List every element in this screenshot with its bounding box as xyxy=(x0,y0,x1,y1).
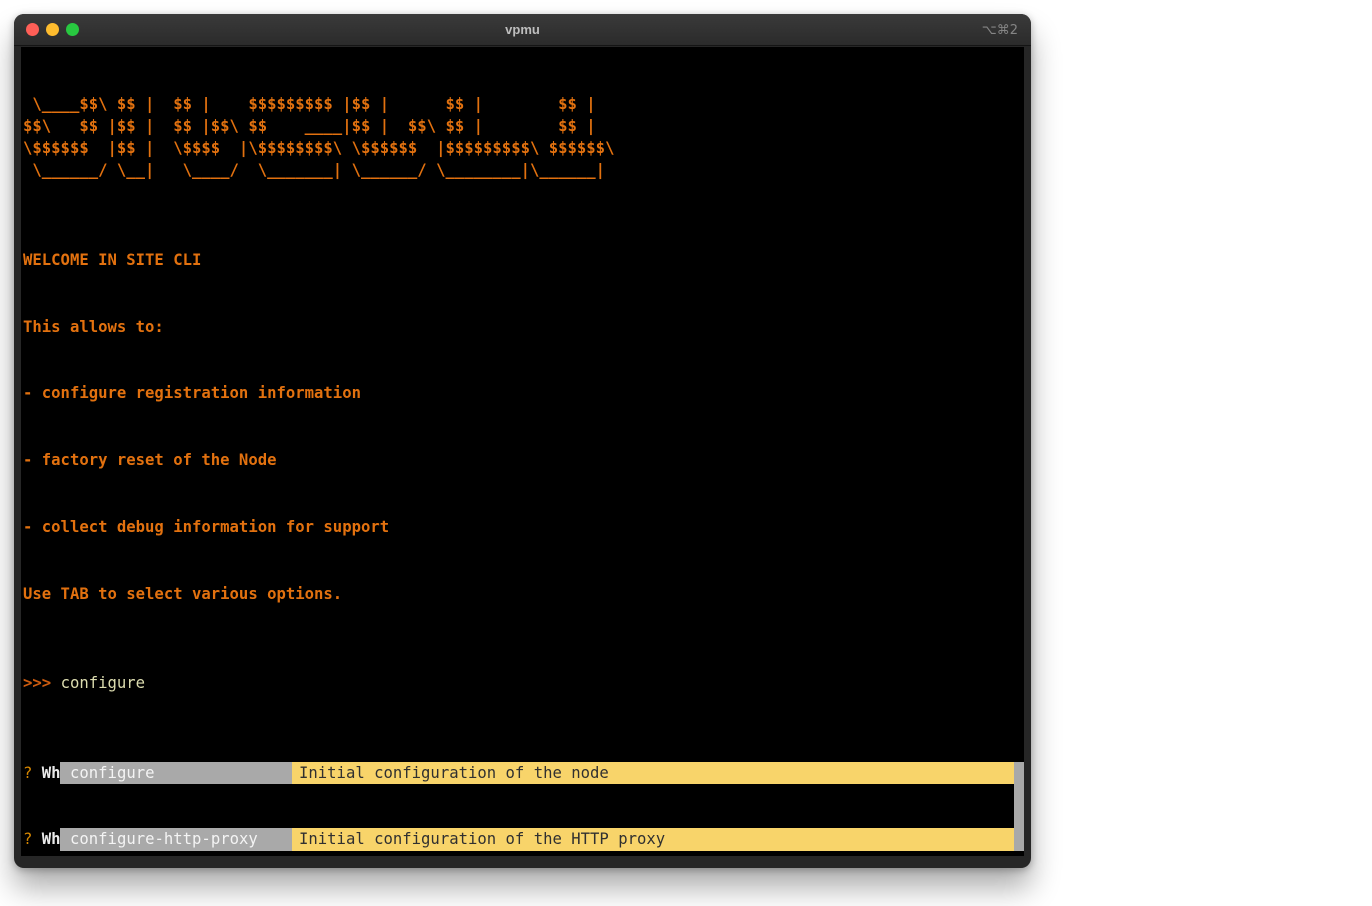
welcome-line: - configure registration information xyxy=(23,382,1024,404)
scrollbar-thumb[interactable] xyxy=(1014,717,1024,762)
completion-menu: configureInitial configuration of the no… xyxy=(60,717,1024,851)
window-title: vpmu xyxy=(14,14,1031,46)
question-mark: ? xyxy=(23,764,32,782)
executed-command-line: >>> configure xyxy=(23,672,1024,694)
completion-command[interactable]: configure-http-proxy xyxy=(60,828,292,850)
titlebar[interactable]: vpmu ⌥⌘2 xyxy=(14,14,1031,46)
terminal-window: vpmu ⌥⌘2 \____$$\ $$ | $$ | $$$$$$$$$ |$… xyxy=(14,14,1031,868)
ascii-banner: \____$$\ $$ | $$ | $$$$$$$$$ |$$ | $$ | … xyxy=(23,93,1024,182)
completion-command[interactable]: configure xyxy=(60,762,292,784)
question-mark: ? xyxy=(23,830,32,848)
completion-item[interactable]: configureInitial configuration of the no… xyxy=(60,762,1024,784)
welcome-line: - factory reset of the Node xyxy=(23,449,1024,471)
welcome-line: Use TAB to select various options. xyxy=(23,583,1024,605)
scrollbar-track[interactable] xyxy=(1014,762,1024,851)
welcome-line: - collect debug information for support xyxy=(23,516,1024,538)
window-shortcut-badge: ⌥⌘2 xyxy=(982,14,1018,47)
typed-command: configure xyxy=(61,674,146,692)
welcome-line: This allows to: xyxy=(23,316,1024,338)
prompt-symbol: >>> xyxy=(23,674,51,692)
completion-scrollbar[interactable] xyxy=(1014,717,1024,851)
completion-description: Initial configuration of the node xyxy=(292,762,1014,784)
completion-item[interactable]: configure-http-proxyInitial configuratio… xyxy=(60,828,1024,850)
welcome-line: WELCOME IN SITE CLI xyxy=(23,249,1024,271)
terminal-screen[interactable]: \____$$\ $$ | $$ | $$$$$$$$$ |$$ | $$ | … xyxy=(21,47,1024,856)
completion-description: Initial configuration of the HTTP proxy xyxy=(292,828,1014,850)
